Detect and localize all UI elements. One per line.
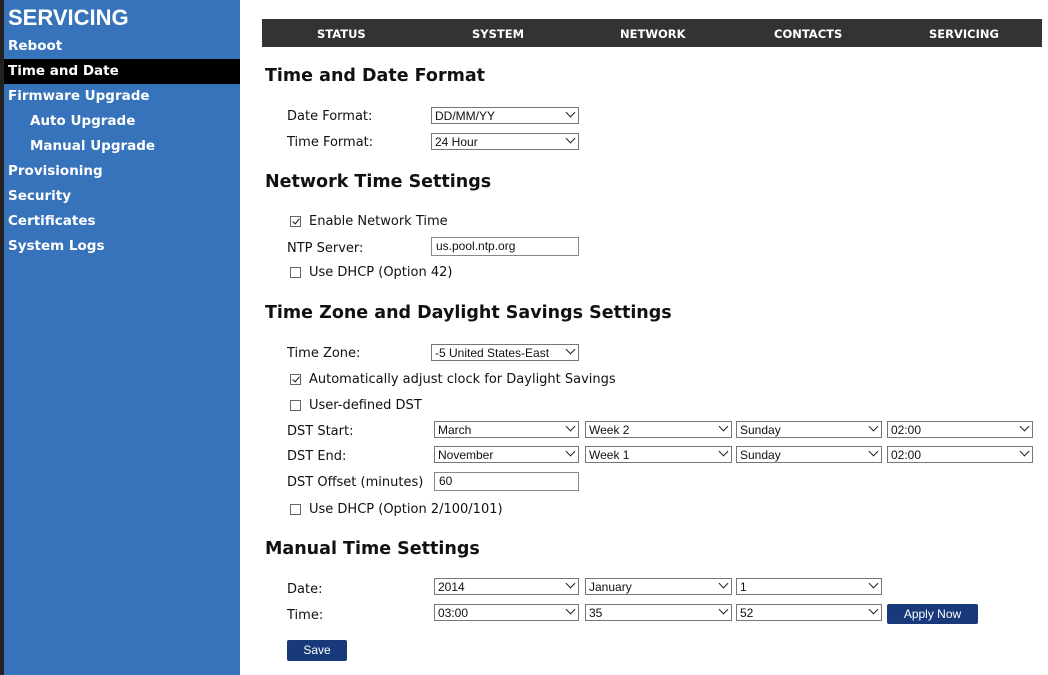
use-dhcp-2-100-101-label: Use DHCP (Option 2/100/101) [309, 502, 503, 517]
use-dhcp-2-100-101-checkbox[interactable] [290, 504, 301, 515]
dst-start-week-select[interactable]: Week 2 [585, 421, 732, 438]
chevron-down-icon [868, 446, 879, 457]
chevron-down-icon [565, 446, 576, 457]
time-format-label: Time Format: [287, 135, 374, 150]
network-time-heading: Network Time Settings [265, 172, 492, 192]
time-format-select[interactable]: 24 Hour [431, 133, 579, 150]
time-date-format-heading: Time and Date Format [265, 66, 485, 86]
chevron-down-icon [868, 578, 879, 589]
chevron-down-icon [718, 421, 729, 432]
apply-now-button[interactable]: Apply Now [887, 604, 978, 624]
sidebar-item-reboot[interactable]: Reboot [4, 34, 240, 59]
dst-end-week-value: Week 1 [589, 448, 630, 462]
sidebar-item-system-logs[interactable]: System Logs [4, 234, 240, 259]
manual-hour-value: 03:00 [438, 606, 469, 620]
enable-network-time-label: Enable Network Time [309, 214, 448, 229]
dst-end-week-select[interactable]: Week 1 [585, 446, 732, 463]
dst-offset-input[interactable]: 60 [434, 472, 579, 491]
dst-start-label: DST Start: [287, 424, 354, 439]
time-zone-value: -5 United States-East [435, 346, 550, 360]
dst-start-time-value: 02:00 [891, 423, 922, 437]
sidebar-item-time-and-date[interactable]: Time and Date [4, 59, 240, 84]
top-nav-bar: STATUS SYSTEM NETWORK CONTACTS SERVICING [262, 19, 1042, 47]
date-format-label: Date Format: [287, 109, 373, 124]
chevron-down-icon [1019, 446, 1030, 457]
use-dhcp-42-checkbox[interactable] [290, 267, 301, 278]
manual-time-label: Time: [287, 608, 324, 623]
dst-start-month-value: March [438, 423, 472, 437]
tab-network[interactable]: NETWORK [620, 27, 686, 41]
tab-status[interactable]: STATUS [317, 27, 366, 41]
sidebar: SERVICING Reboot Time and Date Firmware … [4, 0, 240, 675]
manual-year-select[interactable]: 2014 [434, 578, 579, 595]
chevron-down-icon [718, 578, 729, 589]
chevron-down-icon [565, 421, 576, 432]
dst-start-day-select[interactable]: Sunday [736, 421, 882, 438]
sidebar-item-provisioning[interactable]: Provisioning [4, 159, 240, 184]
auto-dst-checkbox[interactable] [290, 374, 301, 385]
dst-start-time-select[interactable]: 02:00 [887, 421, 1033, 438]
dst-start-week-value: Week 2 [589, 423, 630, 437]
ntp-server-input[interactable]: us.pool.ntp.org [431, 237, 579, 256]
time-format-value: 24 Hour [435, 135, 478, 149]
time-zone-label: Time Zone: [287, 346, 361, 361]
time-zone-select[interactable]: -5 United States-East [431, 344, 579, 361]
dst-start-day-value: Sunday [740, 423, 781, 437]
chevron-down-icon [565, 604, 576, 615]
tab-contacts[interactable]: CONTACTS [774, 27, 842, 41]
sidebar-item-security[interactable]: Security [4, 184, 240, 209]
chevron-down-icon [565, 107, 576, 118]
chevron-down-icon [565, 344, 576, 355]
dst-offset-label: DST Offset (minutes) [287, 475, 424, 490]
ntp-server-label: NTP Server: [287, 241, 364, 256]
save-button[interactable]: Save [287, 640, 347, 661]
dst-end-day-value: Sunday [740, 448, 781, 462]
dst-end-time-select[interactable]: 02:00 [887, 446, 1033, 463]
chevron-down-icon [718, 604, 729, 615]
dst-start-month-select[interactable]: March [434, 421, 579, 438]
dst-end-month-value: November [438, 448, 494, 462]
sidebar-item-auto-upgrade[interactable]: Auto Upgrade [4, 109, 240, 134]
enable-network-time-checkbox[interactable] [290, 216, 301, 227]
manual-day-value: 1 [740, 580, 747, 594]
auto-dst-label: Automatically adjust clock for Daylight … [309, 372, 616, 387]
timezone-heading: Time Zone and Daylight Savings Settings [265, 303, 672, 323]
manual-month-select[interactable]: January [585, 578, 732, 595]
user-defined-dst-label: User-defined DST [309, 398, 422, 413]
chevron-down-icon [868, 604, 879, 615]
manual-second-value: 52 [740, 606, 754, 620]
chevron-down-icon [565, 578, 576, 589]
use-dhcp-42-label: Use DHCP (Option 42) [309, 265, 453, 280]
user-defined-dst-checkbox[interactable] [290, 400, 301, 411]
manual-year-value: 2014 [438, 580, 465, 594]
sidebar-item-certificates[interactable]: Certificates [4, 209, 240, 234]
tab-system[interactable]: SYSTEM [472, 27, 524, 41]
dst-end-time-value: 02:00 [891, 448, 922, 462]
sidebar-title: SERVICING [8, 5, 129, 30]
manual-minute-select[interactable]: 35 [585, 604, 732, 621]
dst-end-month-select[interactable]: November [434, 446, 579, 463]
chevron-down-icon [1019, 421, 1030, 432]
manual-date-label: Date: [287, 582, 323, 597]
manual-hour-select[interactable]: 03:00 [434, 604, 579, 621]
manual-day-select[interactable]: 1 [736, 578, 882, 595]
tab-servicing[interactable]: SERVICING [929, 27, 999, 41]
sidebar-item-manual-upgrade[interactable]: Manual Upgrade [4, 134, 240, 159]
dst-end-label: DST End: [287, 449, 347, 464]
date-format-select[interactable]: DD/MM/YY [431, 107, 579, 124]
manual-second-select[interactable]: 52 [736, 604, 882, 621]
chevron-down-icon [718, 446, 729, 457]
chevron-down-icon [565, 133, 576, 144]
manual-month-value: January [589, 580, 632, 594]
manual-minute-value: 35 [589, 606, 603, 620]
sidebar-item-firmware-upgrade[interactable]: Firmware Upgrade [4, 84, 240, 109]
manual-time-heading: Manual Time Settings [265, 539, 480, 559]
dst-end-day-select[interactable]: Sunday [736, 446, 882, 463]
date-format-value: DD/MM/YY [435, 109, 495, 123]
chevron-down-icon [868, 421, 879, 432]
